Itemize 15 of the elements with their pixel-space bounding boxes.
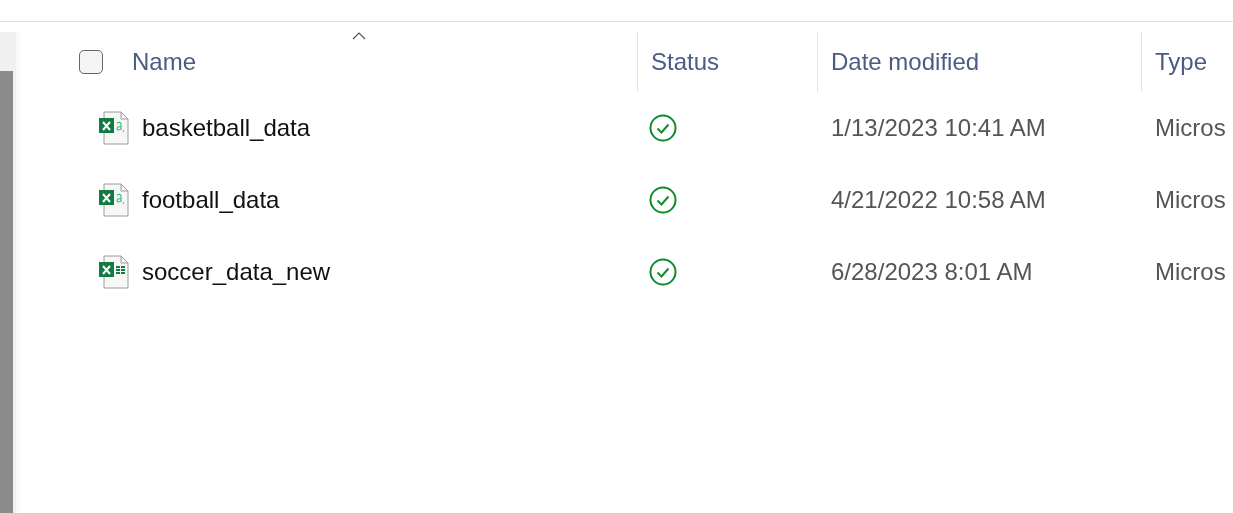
file-name[interactable]: basketball_data bbox=[131, 114, 311, 142]
file-name[interactable]: soccer_data_new bbox=[131, 258, 331, 286]
file-name[interactable]: football_data bbox=[131, 186, 280, 214]
select-all-checkbox[interactable] bbox=[79, 50, 103, 74]
scrollbar[interactable] bbox=[0, 71, 13, 513]
column-header[interactable]: Name bbox=[131, 48, 197, 76]
column-header[interactable]: Status bbox=[638, 48, 720, 76]
date-modified: 1/13/2023 10:41 AM bbox=[830, 114, 1046, 142]
date-modified: 4/21/2022 10:58 AM bbox=[830, 186, 1046, 214]
column-header[interactable]: Type bbox=[1142, 48, 1208, 76]
date-modified: 6/28/2023 8:01 AM bbox=[830, 258, 1033, 286]
file-type: Micros bbox=[1154, 114, 1226, 142]
column-header[interactable]: Date modified bbox=[818, 48, 980, 76]
file-type: Micros bbox=[1154, 186, 1226, 214]
file-type: Micros bbox=[1154, 258, 1226, 286]
